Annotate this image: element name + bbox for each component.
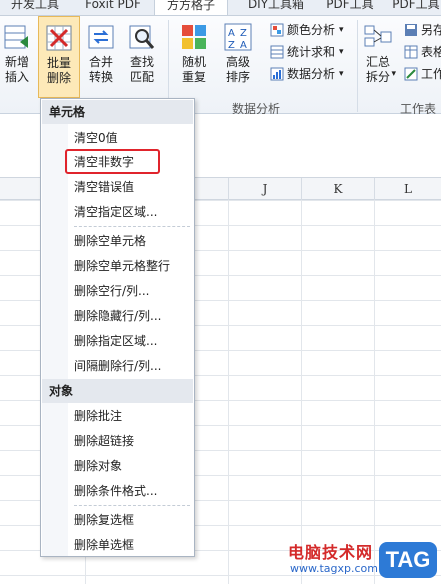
dropdown-arrow-icon: ▾ <box>339 25 344 35</box>
summary-split-icon <box>363 22 393 52</box>
tab-developer-tools[interactable]: 开发工具 <box>0 0 70 15</box>
menu-item-delete-hidden-rows-cols[interactable]: 删除隐藏行/列... <box>74 306 162 326</box>
data-analysis-icon <box>270 67 284 81</box>
svg-text:Z: Z <box>240 28 247 39</box>
menu-item-delete-hyperlinks[interactable]: 删除超链接 <box>74 431 134 451</box>
stat-sum-icon <box>270 45 284 59</box>
svg-text:A: A <box>228 28 235 39</box>
watermark-tag-logo: TAG <box>379 542 437 578</box>
menu-item-clear-errors[interactable]: 清空错误值 <box>74 177 134 197</box>
save-as-button[interactable]: 另存 <box>404 20 441 40</box>
column-header-k[interactable]: K <box>301 178 374 200</box>
worksheet-icon <box>404 67 418 81</box>
batch-delete-button[interactable]: 批量 删除 <box>38 16 80 98</box>
dropdown-arrow-icon: ▾ <box>339 69 344 79</box>
sort-az-icon: AZZA <box>223 22 253 52</box>
svg-text:Z: Z <box>228 40 235 51</box>
grid-line <box>228 200 229 584</box>
table-button[interactable]: 表格 <box>404 42 441 62</box>
insert-button[interactable]: 新增 插入 <box>0 16 34 94</box>
menu-item-clear-range[interactable]: 清空指定区域... <box>74 202 157 222</box>
random-repeat-button[interactable]: 随机 重复 <box>176 16 212 94</box>
menu-item-delete-empty-cells[interactable]: 删除空单元格 <box>74 231 146 251</box>
ribbon-tab-bar: 开发工具 Foxit PDF 方方格子 DIY工具箱 PDF工具 PDF工具 <box>0 0 441 16</box>
color-analysis-button[interactable]: 颜色分析 ▾ <box>270 20 344 40</box>
tab-diy-toolbox[interactable]: DIY工具箱 <box>236 0 316 15</box>
work-button[interactable]: 工作 <box>404 64 441 84</box>
svg-text:A: A <box>240 40 247 51</box>
watermark-title: 电脑技术网 <box>288 543 374 562</box>
column-header-l[interactable]: L <box>374 178 441 200</box>
data-analysis-button[interactable]: 数据分析 ▾ <box>270 64 344 84</box>
save-as-icon <box>404 23 418 37</box>
tab-pdf-tools-2[interactable]: PDF工具 <box>386 0 441 15</box>
menu-item-delete-checkboxes[interactable]: 删除复选框 <box>74 510 134 530</box>
grid-line <box>374 200 375 584</box>
menu-item-interval-delete[interactable]: 间隔删除行/列... <box>74 356 162 376</box>
menu-section-cells: 单元格 <box>42 100 193 124</box>
watermark-url: www.tagxp.com <box>290 562 378 575</box>
color-analysis-icon <box>270 23 284 37</box>
merge-convert-button[interactable]: 合并 转换 <box>84 16 118 94</box>
watermark: 电脑技术网 www.tagxp.com TAG <box>276 536 441 584</box>
group-separator <box>357 20 358 112</box>
menu-item-clear-zero[interactable]: 清空0值 <box>74 128 118 148</box>
dropdown-arrow-icon: ▾ <box>339 47 344 57</box>
batch-delete-icon <box>44 23 74 53</box>
menu-separator <box>74 505 190 506</box>
highlight-box <box>65 149 160 174</box>
menu-gutter <box>42 124 68 556</box>
grid-line <box>301 200 302 584</box>
advanced-sort-button[interactable]: AZZA 高级 排序 <box>218 16 258 94</box>
menu-item-delete-empty-rows-cols[interactable]: 删除空行/列... <box>74 281 150 301</box>
stat-sum-button[interactable]: 统计求和 ▾ <box>270 42 344 62</box>
menu-item-delete-conditional-format[interactable]: 删除条件格式... <box>74 481 157 501</box>
merge-convert-icon <box>86 22 116 52</box>
dropdown-arrow-icon: ▾ <box>391 69 396 79</box>
table-icon <box>404 45 418 59</box>
menu-separator <box>74 226 190 227</box>
menu-item-delete-empty-cell-rows[interactable]: 删除空单元格整行 <box>74 256 170 276</box>
menu-section-objects: 对象 <box>42 379 193 403</box>
random-icon <box>179 22 209 52</box>
tab-foxit-pdf[interactable]: Foxit PDF <box>78 0 148 15</box>
find-match-button[interactable]: 查找 匹配 <box>124 16 160 94</box>
column-header-j[interactable]: J <box>228 178 301 200</box>
tab-pdf-tools[interactable]: PDF工具 <box>320 0 380 15</box>
magnifier-icon <box>127 22 157 52</box>
menu-item-delete-objects[interactable]: 删除对象 <box>74 456 122 476</box>
tab-fangfang-gezi[interactable]: 方方格子 <box>154 0 228 15</box>
insert-icon <box>2 22 32 52</box>
menu-item-delete-radio-buttons[interactable]: 删除单选框 <box>74 535 134 555</box>
menu-item-delete-range[interactable]: 删除指定区域... <box>74 331 157 351</box>
summary-split-button[interactable]: 汇总 拆分 ▾ <box>360 16 396 94</box>
menu-item-delete-comments[interactable]: 删除批注 <box>74 406 122 426</box>
